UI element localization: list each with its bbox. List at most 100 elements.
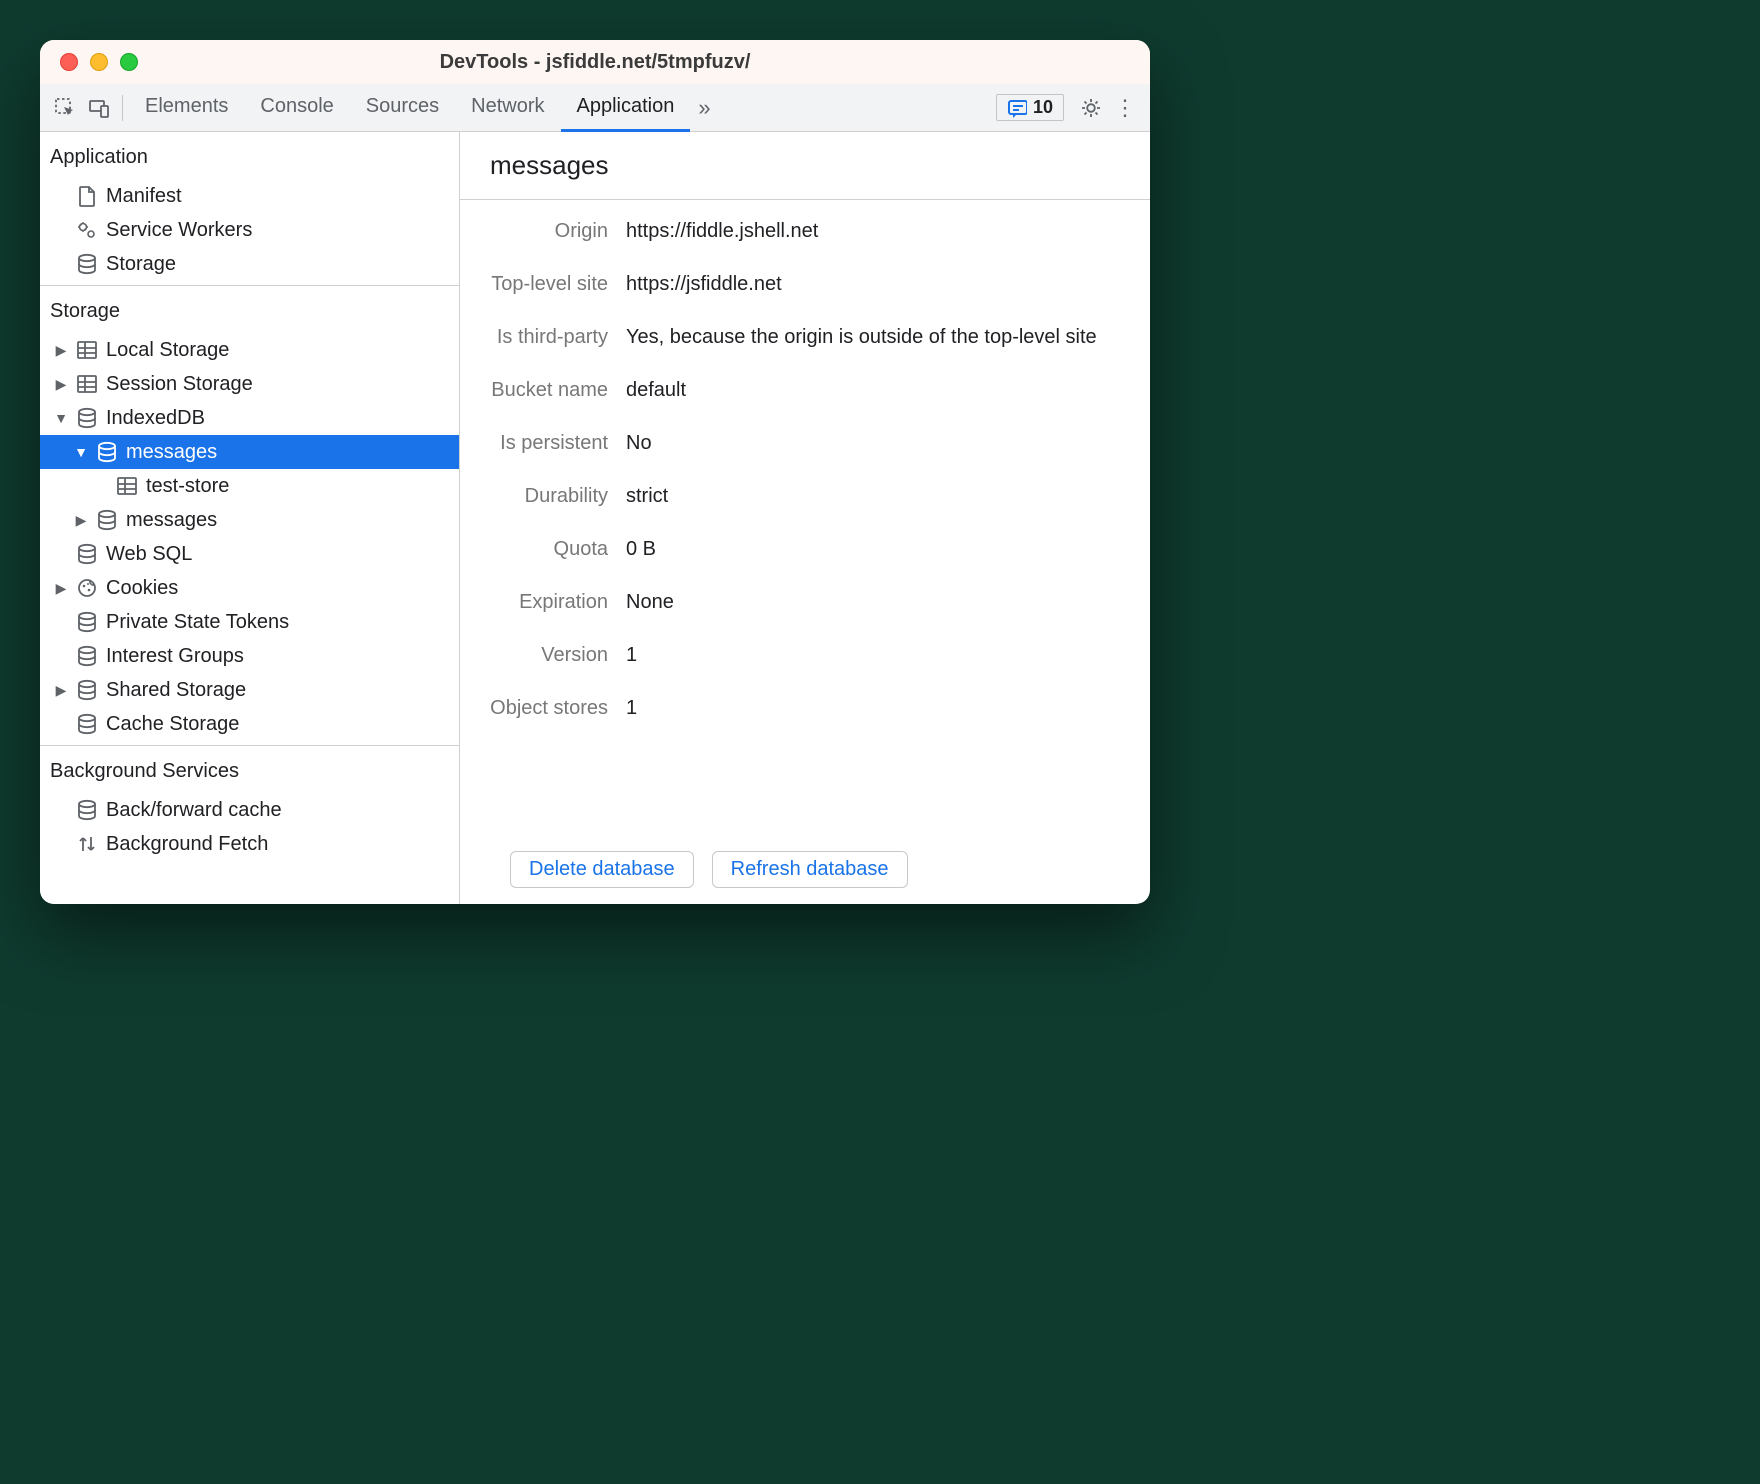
tab-elements[interactable]: Elements bbox=[129, 84, 244, 132]
tree-item-label: Cache Storage bbox=[106, 713, 451, 736]
file-icon bbox=[76, 185, 98, 207]
db-icon bbox=[76, 407, 98, 429]
prop-label: Bucket name bbox=[476, 379, 626, 402]
tree-item-label: Web SQL bbox=[106, 543, 451, 566]
sidebar-item-private-state-tokens[interactable]: Private State Tokens bbox=[40, 605, 459, 639]
section-storage: Storage bbox=[40, 286, 459, 329]
device-toolbar-icon[interactable] bbox=[82, 91, 116, 125]
prop-row-version: Version1 bbox=[476, 644, 1120, 667]
prop-row-is-third-party: Is third-partyYes, because the origin is… bbox=[476, 326, 1120, 349]
tab-console[interactable]: Console bbox=[244, 84, 349, 132]
expand-arrow-icon[interactable]: ▶ bbox=[54, 342, 68, 359]
prop-value: https://jsfiddle.net bbox=[626, 273, 1120, 296]
db-icon bbox=[96, 441, 118, 463]
sidebar-item-session-storage[interactable]: ▶Session Storage bbox=[40, 367, 459, 401]
database-icon bbox=[76, 253, 98, 275]
tab-label: Sources bbox=[366, 95, 439, 118]
sidebar-item-indexeddb[interactable]: ▼ IndexedDB bbox=[40, 401, 459, 435]
sidebar-item-service-workers[interactable]: Service Workers bbox=[40, 213, 459, 247]
prop-value: 1 bbox=[626, 644, 1120, 667]
expand-arrow-icon[interactable]: ▼ bbox=[74, 444, 88, 460]
sidebar-item-cookies[interactable]: ▶ Cookies bbox=[40, 571, 459, 605]
tab-network[interactable]: Network bbox=[455, 84, 560, 132]
sidebar-item-local-storage[interactable]: ▶Local Storage bbox=[40, 333, 459, 367]
devtools-toolbar: Elements Console Sources Network Applica… bbox=[40, 84, 1150, 132]
tab-label: Elements bbox=[145, 95, 228, 118]
db-icon bbox=[96, 509, 118, 531]
section-background-services: Background Services bbox=[40, 746, 459, 789]
tree-item-label: Cookies bbox=[106, 577, 451, 600]
settings-icon[interactable] bbox=[1074, 91, 1108, 125]
close-window-button[interactable] bbox=[60, 53, 78, 71]
tree-item-label: Back/forward cache bbox=[106, 799, 451, 822]
refresh-database-button[interactable]: Refresh database bbox=[712, 851, 908, 888]
prop-label: Is persistent bbox=[476, 432, 626, 455]
tree-item-label: messages bbox=[126, 509, 451, 532]
sidebar-item-background-fetch[interactable]: Background Fetch bbox=[40, 827, 459, 861]
more-icon[interactable]: ⋮ bbox=[1108, 91, 1142, 125]
zoom-window-button[interactable] bbox=[120, 53, 138, 71]
properties-table: Originhttps://fiddle.jshell.netTop-level… bbox=[460, 200, 1150, 841]
expand-arrow-icon[interactable]: ▶ bbox=[54, 682, 68, 699]
database-icon bbox=[76, 799, 98, 821]
sidebar-item-test-store[interactable]: test-store bbox=[40, 469, 459, 503]
tab-label: Application bbox=[577, 95, 675, 118]
prop-row-top-level-site: Top-level sitehttps://jsfiddle.net bbox=[476, 273, 1120, 296]
sidebar-item-storage[interactable]: Storage bbox=[40, 247, 459, 281]
tab-sources[interactable]: Sources bbox=[350, 84, 455, 132]
expand-arrow-icon[interactable]: ▼ bbox=[54, 410, 68, 426]
tree-item-label: IndexedDB bbox=[106, 407, 451, 430]
window-title: DevTools - jsfiddle.net/5tmpfuzv/ bbox=[40, 51, 1150, 74]
prop-row-expiration: ExpirationNone bbox=[476, 591, 1120, 614]
sidebar-item-interest-groups[interactable]: Interest Groups bbox=[40, 639, 459, 673]
sidebar-item-bfcache[interactable]: Back/forward cache bbox=[40, 793, 459, 827]
application-sidebar: Application Manifest Service Workers Sto… bbox=[40, 132, 460, 904]
issues-count: 10 bbox=[1033, 97, 1053, 118]
sidebar-item-messages[interactable]: ▼ messages bbox=[40, 435, 459, 469]
sidebar-item-cache-storage[interactable]: Cache Storage bbox=[40, 707, 459, 741]
prop-label: Quota bbox=[476, 538, 626, 561]
prop-row-quota: Quota0 B bbox=[476, 538, 1120, 561]
prop-label: Expiration bbox=[476, 591, 626, 614]
table-icon bbox=[76, 373, 98, 395]
tab-application[interactable]: Application bbox=[561, 84, 691, 132]
db-icon bbox=[76, 543, 98, 565]
prop-value: 1 bbox=[626, 697, 1120, 720]
tree-item-label: Private State Tokens bbox=[106, 611, 451, 634]
db-icon bbox=[76, 645, 98, 667]
sidebar-item-web-sql[interactable]: Web SQL bbox=[40, 537, 459, 571]
tree-item-label: Shared Storage bbox=[106, 679, 451, 702]
prop-value: default bbox=[626, 379, 1120, 402]
prop-row-bucket-name: Bucket namedefault bbox=[476, 379, 1120, 402]
tree-item-label: Manifest bbox=[106, 185, 451, 208]
expand-arrow-icon[interactable]: ▶ bbox=[54, 376, 68, 393]
tree-item-label: messages bbox=[126, 441, 451, 464]
prop-value: strict bbox=[626, 485, 1120, 508]
tab-label: Network bbox=[471, 95, 544, 118]
divider bbox=[122, 95, 123, 121]
prop-row-object-stores: Object stores1 bbox=[476, 697, 1120, 720]
inspect-icon[interactable] bbox=[48, 91, 82, 125]
prop-label: Version bbox=[476, 644, 626, 667]
sidebar-item-messages[interactable]: ▶ messages bbox=[40, 503, 459, 537]
tab-label: Console bbox=[260, 95, 333, 118]
expand-arrow-icon[interactable]: ▶ bbox=[74, 512, 88, 529]
issues-button[interactable]: 10 bbox=[996, 94, 1064, 121]
tree-item-label: Background Fetch bbox=[106, 833, 451, 856]
table-icon bbox=[76, 339, 98, 361]
db-icon bbox=[76, 611, 98, 633]
gears-icon bbox=[76, 219, 98, 241]
prop-value: Yes, because the origin is outside of th… bbox=[626, 326, 1120, 349]
more-tabs-icon[interactable]: » bbox=[690, 95, 718, 121]
titlebar: DevTools - jsfiddle.net/5tmpfuzv/ bbox=[40, 40, 1150, 84]
expand-arrow-icon[interactable]: ▶ bbox=[54, 580, 68, 597]
cookie-icon bbox=[76, 577, 98, 599]
delete-database-button[interactable]: Delete database bbox=[510, 851, 694, 888]
sidebar-item-shared-storage[interactable]: ▶ Shared Storage bbox=[40, 673, 459, 707]
prop-value: No bbox=[626, 432, 1120, 455]
tree-item-label: Storage bbox=[106, 253, 451, 276]
prop-value: 0 B bbox=[626, 538, 1120, 561]
sidebar-item-manifest[interactable]: Manifest bbox=[40, 179, 459, 213]
minimize-window-button[interactable] bbox=[90, 53, 108, 71]
tree-item-label: test-store bbox=[146, 475, 451, 498]
